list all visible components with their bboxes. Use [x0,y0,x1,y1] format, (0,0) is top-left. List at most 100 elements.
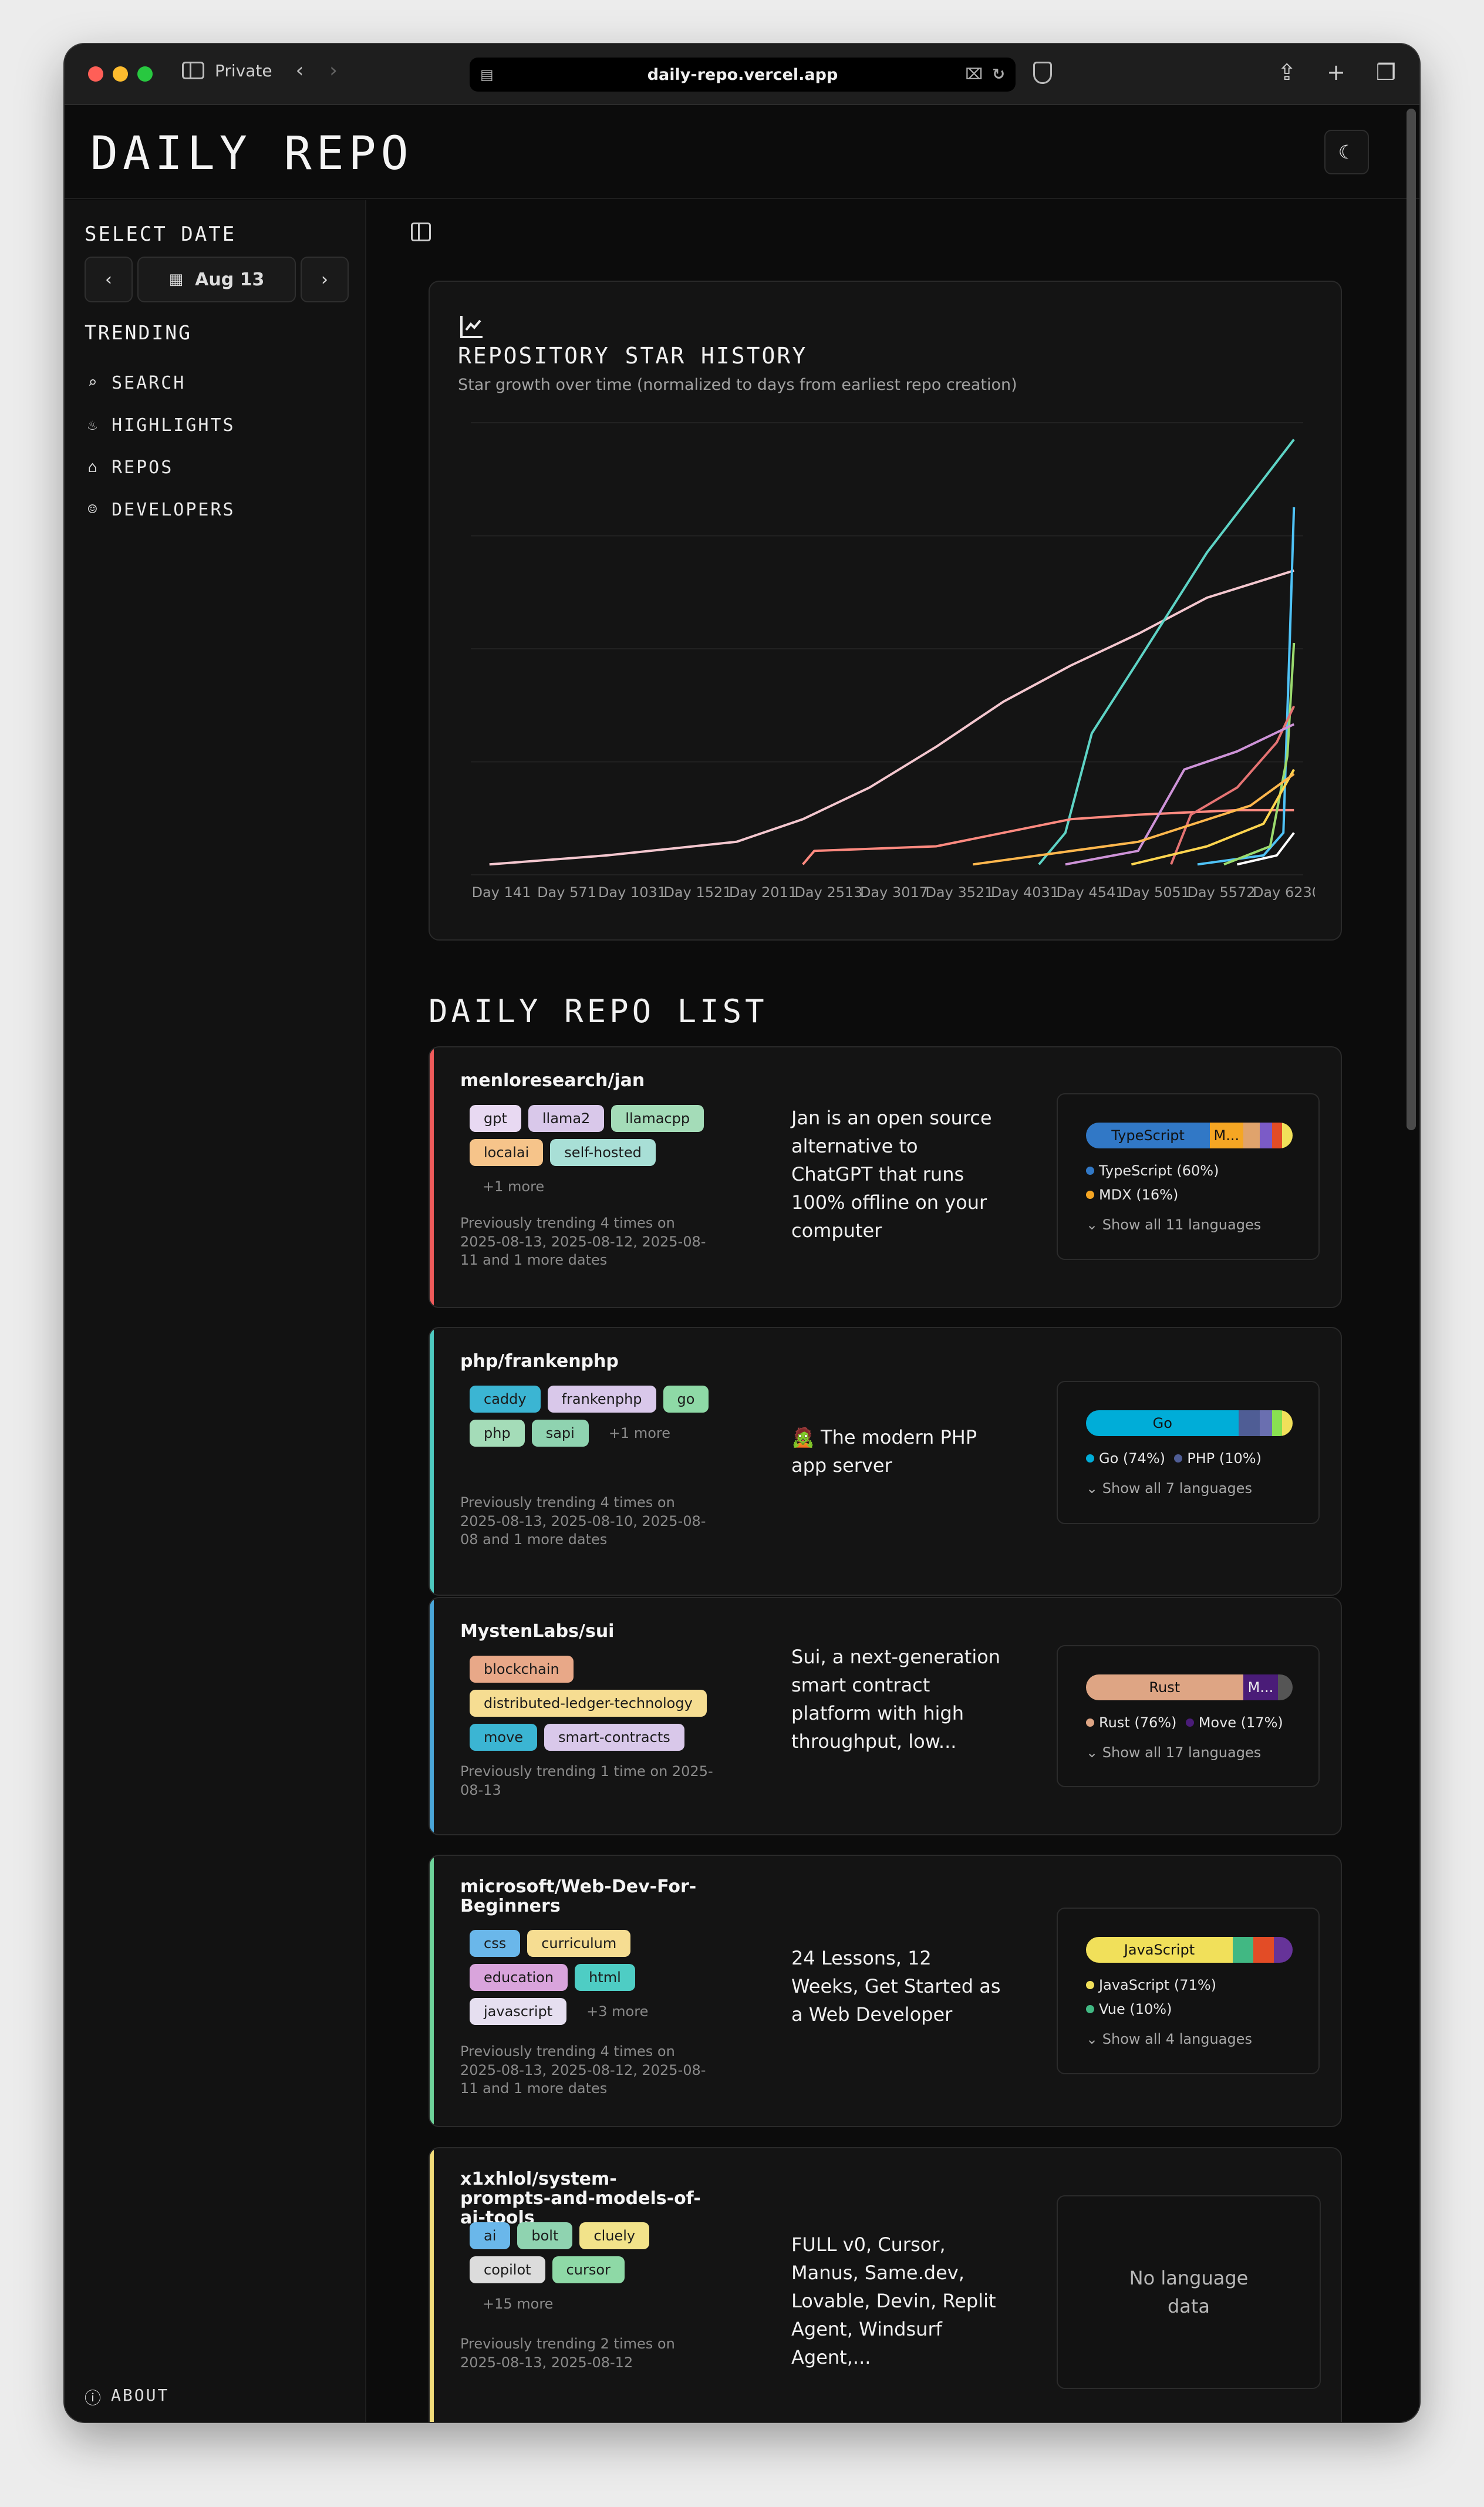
tag[interactable]: distributed-ledger-technology [470,1690,707,1717]
more-tags[interactable]: +15 more [470,2290,566,2317]
sidebar-item-label: REPOS [112,457,174,478]
tag[interactable]: javascript [470,1998,567,2025]
browser-sidebar-icon[interactable] [182,62,204,79]
tab-overview-icon[interactable]: ❐ [1376,59,1396,85]
repo-card[interactable]: microsoft/Web-Dev-For-Beginners css curr… [429,1855,1342,2127]
card-accent [430,1328,434,1595]
repo-list-title: DAILY REPO LIST [429,993,768,1030]
toggle-sidebar-icon[interactable] [411,223,431,241]
tag[interactable]: gpt [470,1105,521,1132]
address-bar[interactable]: ▤ daily-repo.vercel.app ⌧ ↻ [470,58,1016,92]
card-accent [430,2148,434,2422]
minimize-window-button[interactable] [113,66,128,82]
theme-toggle-button[interactable]: ☾ [1324,130,1369,174]
legend-row: TypeScript (60%) [1086,1159,1303,1183]
repo-name[interactable]: x1xhlol/system-prompts-and-models-of-ai-… [460,2169,707,2228]
sidebar-item-search[interactable]: ⌕ SEARCH [85,362,235,404]
tag[interactable]: css [470,1930,521,1957]
privacy-shield-icon[interactable] [1033,62,1052,84]
tag[interactable]: localai [470,1139,544,1166]
repo-description: 🧟 The modern PHP app server [791,1426,977,1477]
sidebar-item-label: DEVELOPERS [112,499,235,520]
repo-tags: css curriculum education html javascript… [470,1930,728,2025]
new-tab-icon[interactable]: + [1327,59,1345,85]
home-icon: ⌂ [87,459,99,476]
tag[interactable]: curriculum [527,1930,631,1957]
legend-label: JavaScript (71%) [1099,1977,1217,1993]
sidebar-item-developers[interactable]: ☺ DEVELOPERS [85,488,235,531]
repo-card[interactable]: MystenLabs/sui blockchain distributed-le… [429,1597,1342,1835]
more-tags[interactable]: +1 more [596,1420,683,1447]
tag[interactable]: move [470,1724,538,1751]
more-tags[interactable]: +1 more [470,1173,557,1200]
sidebar-item-label: SEARCH [112,372,186,393]
tag[interactable]: ai [470,2222,511,2249]
sidebar-item-highlights[interactable]: ♨ HIGHLIGHTS [85,404,235,446]
repo-name[interactable]: MystenLabs/sui [460,1622,730,1641]
repo-card[interactable]: x1xhlol/system-prompts-and-models-of-ai-… [429,2147,1342,2422]
tag[interactable]: education [470,1964,568,1991]
close-window-button[interactable] [88,66,103,82]
trending-heading[interactable]: TRENDING [85,321,235,344]
show-all-label: Show all 11 languages [1102,1216,1262,1233]
back-icon[interactable]: ‹ [296,60,304,80]
tag[interactable]: smart-contracts [544,1724,684,1751]
show-all-languages-button[interactable]: ⌄ Show all 17 languages [1086,1741,1303,1765]
star-history-card: REPOSITORY STAR HISTORY Star growth over… [429,281,1342,941]
language-segment: M... [1210,1123,1243,1148]
show-all-languages-button[interactable]: ⌄ Show all 7 languages [1086,1477,1303,1501]
tag[interactable]: llamacpp [611,1105,704,1132]
about-link[interactable]: ⓘ ABOUT [85,2385,169,2409]
more-tags[interactable]: +3 more [574,1998,661,2025]
tag[interactable]: php [470,1420,525,1447]
info-icon: ⓘ [85,2388,103,2408]
next-date-button[interactable]: › [301,257,349,302]
previous-date-button[interactable]: ‹ [85,257,133,302]
x-tick-label: Day 3521 [925,884,993,901]
legend-label: Go (74%) [1099,1450,1165,1467]
forward-icon[interactable]: › [329,60,338,80]
tag[interactable]: blockchain [470,1656,574,1683]
tag[interactable]: caddy [470,1386,541,1413]
star-history-chart[interactable]: Day 141 Day 571 Day 1031Day 1521Day 2011Da… [458,405,1315,910]
show-all-languages-button[interactable]: ⌄ Show all 4 languages [1086,2027,1303,2051]
tag[interactable]: frankenphp [547,1386,656,1413]
language-breakdown: TypeScript M... TypeScript (60%) MDX (16… [1057,1093,1320,1260]
translate-icon[interactable]: ⌧ [965,66,983,83]
repo-name[interactable]: php/frankenphp [460,1352,730,1371]
tag[interactable]: copilot [470,2256,545,2283]
tag[interactable]: self-hosted [550,1139,656,1166]
series-line-2[interactable] [802,808,1294,865]
repo-card[interactable]: menloresearch/jan gpt llama2 llamacpp lo… [429,1046,1342,1308]
language-breakdown: JavaScript JavaScript (71%) Vue (10%) ⌄ … [1057,1908,1320,2074]
repo-name[interactable]: menloresearch/jan [460,1071,730,1090]
language-segment [1271,1123,1283,1148]
language-bar: Go [1086,1410,1293,1436]
language-segment [1239,1410,1260,1436]
share-icon[interactable]: ⇪ [1277,59,1296,85]
x-tick-label: Day 3017 [860,884,928,901]
repo-name[interactable]: microsoft/Web-Dev-For-Beginners [460,1877,707,1916]
previously-trending: Previously trending 1 time on 2025-08-13 [460,1763,713,1798]
x-tick-label: Day 2011 [729,884,797,901]
date-select-button[interactable]: ▦ Aug 13 [137,257,296,302]
tag[interactable]: sapi [531,1420,589,1447]
x-tick-label: Day 6230 [1253,884,1315,901]
x-tick-label: Day 1521 [663,884,731,901]
x-tick-label: Day 4031 [991,884,1059,901]
calendar-icon: ▦ [168,271,184,288]
page-settings-icon[interactable]: ▤ [480,66,494,83]
tag[interactable]: go [663,1386,709,1413]
tag[interactable]: llama2 [528,1105,605,1132]
tag[interactable]: html [575,1964,635,1991]
reload-icon[interactable]: ↻ [992,66,1005,83]
tag[interactable]: cursor [552,2256,625,2283]
tag[interactable]: cluely [579,2222,650,2249]
repo-card[interactable]: php/frankenphp caddy frankenphp go php s… [429,1327,1342,1596]
app-logo[interactable]: DAILY REPO [90,127,413,180]
maximize-window-button[interactable] [137,66,153,82]
tag[interactable]: bolt [517,2222,573,2249]
sidebar-item-repos[interactable]: ⌂ REPOS [85,446,235,488]
series-line-0[interactable] [489,569,1294,866]
show-all-languages-button[interactable]: ⌄ Show all 11 languages [1086,1213,1303,1237]
